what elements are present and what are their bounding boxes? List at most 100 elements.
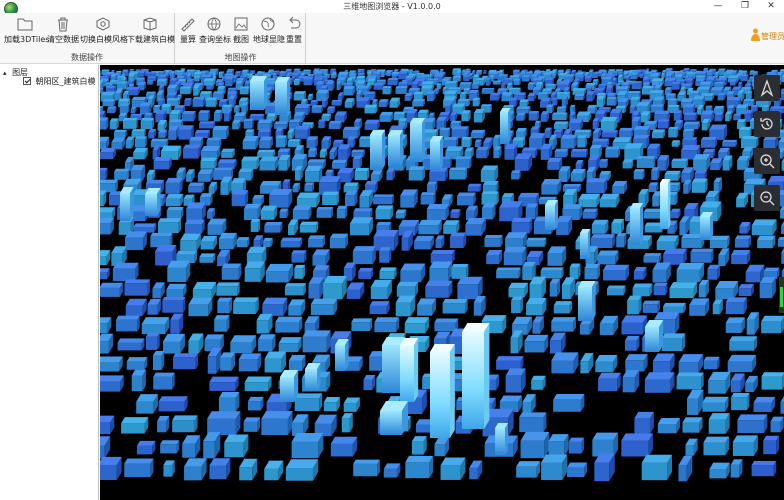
building xyxy=(183,144,201,159)
building xyxy=(761,372,784,390)
building xyxy=(683,121,700,130)
building xyxy=(321,136,332,149)
building xyxy=(634,411,654,434)
building xyxy=(100,375,124,392)
building xyxy=(656,235,679,250)
layer-item[interactable]: 朝阳区_建筑白模 xyxy=(23,76,96,87)
layer-checkbox[interactable] xyxy=(23,77,31,85)
building xyxy=(463,75,471,82)
building xyxy=(725,297,747,315)
building xyxy=(603,264,630,281)
building xyxy=(611,218,625,234)
restore-button[interactable]: ❐ xyxy=(732,0,758,13)
building xyxy=(639,74,644,79)
building xyxy=(241,102,249,114)
building xyxy=(690,248,714,263)
toggle-globe-button[interactable]: 地球显隐 xyxy=(253,15,285,51)
building xyxy=(379,111,394,122)
building xyxy=(310,99,319,106)
building xyxy=(400,338,419,402)
tool-label: 切换白模风格 xyxy=(80,35,128,44)
download-building-model-button[interactable]: 下载建筑白模 xyxy=(127,15,175,51)
building xyxy=(569,263,581,280)
building xyxy=(323,276,347,300)
building xyxy=(648,182,659,193)
building xyxy=(335,339,349,371)
screenshot-button[interactable]: 截图 xyxy=(231,15,251,51)
building xyxy=(383,463,401,478)
building xyxy=(400,263,426,283)
load-3dtiles-button[interactable]: 加载3DTiles xyxy=(4,15,49,51)
building xyxy=(257,119,273,131)
building xyxy=(304,182,315,192)
switch-model-style-button[interactable]: 切换白模风格 xyxy=(80,15,128,51)
building xyxy=(595,355,618,373)
building xyxy=(263,237,273,247)
building xyxy=(370,130,385,170)
building xyxy=(280,370,299,402)
building xyxy=(669,282,698,299)
building xyxy=(710,158,723,171)
building xyxy=(351,318,373,332)
building xyxy=(652,353,675,373)
group-data-operations: 加载3DTiles 清空数据 切换白模风格 下载建筑白模 数据操作 xyxy=(0,13,175,64)
building xyxy=(233,297,259,315)
building xyxy=(100,415,115,435)
building xyxy=(172,415,198,433)
building xyxy=(363,374,376,391)
measure-button[interactable]: 量算 xyxy=(178,15,198,51)
building xyxy=(395,86,408,94)
building xyxy=(556,216,573,235)
building xyxy=(184,219,205,234)
building xyxy=(220,352,236,371)
building xyxy=(203,432,221,459)
building xyxy=(442,136,459,148)
building xyxy=(257,149,276,158)
building xyxy=(627,295,642,315)
zoom-in-button[interactable] xyxy=(754,148,780,174)
building xyxy=(169,72,176,79)
building xyxy=(156,78,168,86)
building xyxy=(291,433,324,459)
minimize-button[interactable]: — xyxy=(705,0,731,13)
building xyxy=(100,190,107,207)
building xyxy=(269,188,293,208)
building xyxy=(180,233,201,251)
zoom-out-button[interactable] xyxy=(754,185,780,211)
map-viewport[interactable] xyxy=(100,65,784,500)
building xyxy=(314,414,337,437)
building xyxy=(100,179,118,193)
collapse-toggle-icon[interactable]: ▴ xyxy=(3,69,7,77)
building xyxy=(408,166,426,181)
ribbon-toolbar: 加载3DTiles 清空数据 切换白模风格 下载建筑白模 数据操作 量算 查询坐… xyxy=(0,13,784,64)
building xyxy=(331,159,348,169)
reset-button[interactable]: 重置 xyxy=(284,15,304,51)
building xyxy=(395,295,416,317)
building xyxy=(319,148,328,158)
folder-icon xyxy=(17,18,33,31)
building xyxy=(141,317,170,335)
building xyxy=(651,129,666,139)
building xyxy=(691,178,708,193)
building xyxy=(687,389,704,415)
building xyxy=(731,250,751,265)
building xyxy=(278,337,302,353)
compass-button[interactable] xyxy=(754,75,780,101)
building xyxy=(192,282,217,300)
building xyxy=(136,394,158,414)
building xyxy=(352,155,363,169)
building xyxy=(430,344,455,438)
building xyxy=(288,299,306,316)
building xyxy=(481,191,499,205)
close-button[interactable]: ✕ xyxy=(758,0,784,13)
building xyxy=(734,235,752,248)
building xyxy=(310,298,338,315)
building xyxy=(386,168,395,181)
user-menu[interactable]: 管理员 xyxy=(751,28,784,42)
building xyxy=(179,86,192,95)
query-coordinate-button[interactable]: 查询坐标 xyxy=(199,15,231,51)
clear-data-button[interactable]: 清空数据 xyxy=(47,15,79,51)
building xyxy=(425,280,453,298)
building xyxy=(590,234,615,249)
history-button[interactable] xyxy=(754,111,780,137)
